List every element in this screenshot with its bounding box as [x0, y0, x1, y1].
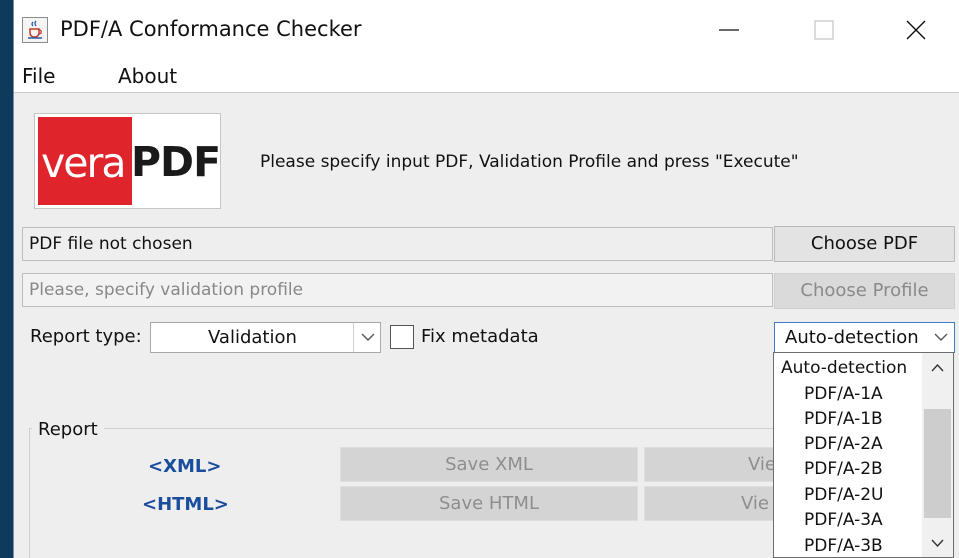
menu-about[interactable]: About — [118, 64, 177, 88]
fix-metadata-label[interactable]: Fix metadata — [421, 326, 539, 347]
logo-text-pdf: PDF — [131, 138, 221, 186]
title-bar: PDF/A Conformance Checker — [14, 0, 959, 60]
flavour-option[interactable]: PDF/A-3A — [774, 507, 921, 533]
pdfa-flavour-select[interactable]: Auto-detection — [774, 322, 955, 353]
flavour-option[interactable]: PDF/A-1B — [774, 406, 921, 432]
report-type-select[interactable]: Validation — [150, 322, 381, 353]
save-xml-button[interactable]: Save XML — [340, 447, 638, 482]
choose-pdf-button[interactable]: Choose PDF — [774, 226, 955, 262]
chevron-up-icon — [931, 364, 944, 372]
window-title: PDF/A Conformance Checker — [60, 17, 362, 41]
fix-metadata-checkbox[interactable] — [390, 325, 414, 349]
flavour-option[interactable]: PDF/A-3B — [774, 533, 921, 557]
minimize-icon — [719, 29, 739, 31]
maximize-button[interactable] — [789, 0, 859, 60]
chevron-down-icon[interactable] — [353, 323, 380, 352]
report-legend: Report — [32, 419, 104, 440]
close-icon — [906, 20, 926, 40]
instruction-text: Please specify input PDF, Validation Pro… — [260, 152, 799, 172]
pdfa-flavour-value: Auto-detection — [785, 327, 919, 348]
dropdown-scrollbar[interactable] — [922, 353, 953, 557]
chevron-down-icon[interactable] — [927, 323, 954, 352]
flavour-option[interactable]: PDF/A-2U — [774, 482, 921, 508]
report-type-value: Validation — [208, 327, 297, 348]
menu-bar: File About — [14, 60, 959, 93]
save-html-button[interactable]: Save HTML — [340, 486, 638, 521]
close-button[interactable] — [881, 0, 951, 60]
scroll-up-button[interactable] — [922, 353, 953, 383]
flavour-option[interactable]: PDF/A-2B — [774, 456, 921, 482]
choose-profile-button[interactable]: Choose Profile — [774, 273, 955, 309]
verapdf-logo: vera PDF — [34, 113, 221, 209]
menu-file[interactable]: File — [22, 64, 55, 88]
xml-report-link[interactable]: <XML> — [148, 456, 221, 477]
html-report-link[interactable]: <HTML> — [142, 494, 229, 515]
report-type-label: Report type: — [30, 326, 142, 347]
chevron-down-icon — [931, 539, 944, 547]
flavour-option[interactable]: PDF/A-1A — [774, 381, 921, 407]
logo-text-vera: vera — [41, 139, 126, 187]
flavour-option[interactable]: Auto-detection — [774, 355, 921, 381]
pdf-file-field[interactable]: PDF file not chosen — [22, 227, 773, 261]
scroll-down-button[interactable] — [922, 529, 953, 557]
java-cup-icon[interactable] — [22, 17, 48, 43]
minimize-button[interactable] — [694, 0, 764, 60]
flavour-option[interactable]: PDF/A-2A — [774, 431, 921, 457]
scrollbar-thumb[interactable] — [924, 409, 951, 518]
maximize-icon — [814, 20, 834, 40]
flavour-dropdown-list: Auto-detection PDF/A-1A PDF/A-1B PDF/A-2… — [773, 352, 954, 558]
validation-profile-field[interactable]: Please, specify validation profile — [22, 273, 773, 307]
app-window: PDF/A Conformance Checker File About ver… — [13, 0, 959, 558]
